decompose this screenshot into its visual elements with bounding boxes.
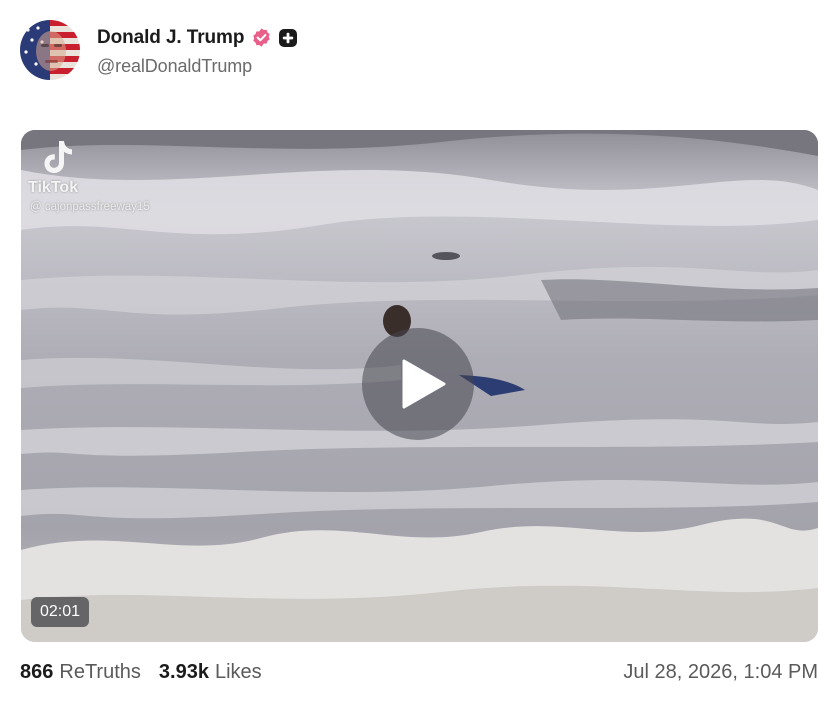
retruths-stat[interactable]: 866 ReTruths [20, 661, 141, 684]
likes-label: Likes [214, 660, 262, 683]
video-player[interactable]: TikTok @ cajonpassfreeway15 02:01 [21, 130, 818, 642]
display-name[interactable]: Donald J. Trump [97, 27, 244, 49]
tiktok-logo-icon [44, 141, 72, 173]
post-header: Donald J. Trump @realDonaldTrump [20, 19, 298, 81]
video-duration: 02:01 [31, 597, 90, 627]
play-button[interactable] [362, 328, 474, 440]
tiktok-username: @ cajonpassfreeway15 [30, 201, 150, 213]
post-timestamp[interactable]: Jul 28, 2026, 1:04 PM [623, 661, 818, 684]
user-handle[interactable]: @realDonaldTrump [97, 56, 298, 77]
likes-count: 3.93k [158, 660, 209, 683]
post-footer: 866 ReTruths 3.93k Likes Jul 28, 2026, 1… [20, 658, 818, 686]
retruths-count: 866 [20, 660, 54, 683]
likes-stat[interactable]: 3.93k Likes [159, 661, 262, 684]
author-info: Donald J. Trump @realDonaldTrump [97, 24, 298, 77]
plus-badge-icon [278, 28, 298, 48]
play-icon [402, 359, 446, 409]
tiktok-watermark: TikTok @ cajonpassfreeway15 [28, 138, 198, 218]
avatar[interactable] [20, 20, 80, 80]
name-row: Donald J. Trump [97, 24, 298, 52]
retruths-label: ReTruths [59, 660, 141, 683]
verified-badge-icon [251, 27, 272, 48]
tiktok-brand-text: TikTok [28, 179, 79, 196]
